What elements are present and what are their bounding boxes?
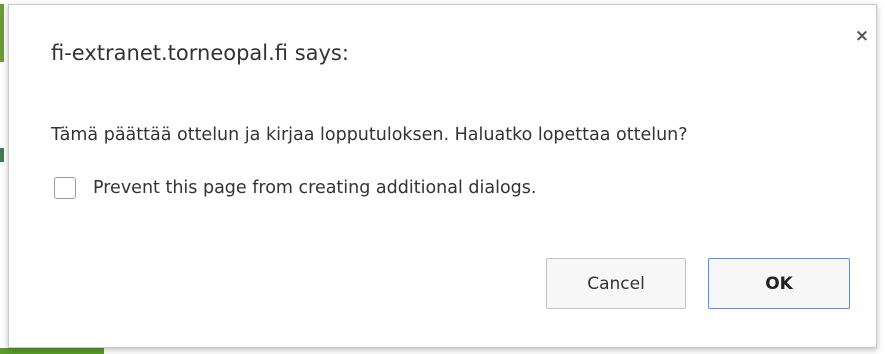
background-page-edge <box>0 148 4 162</box>
background-page-edge <box>0 4 4 62</box>
prevent-dialogs-label[interactable]: Prevent this page from creating addition… <box>93 178 536 198</box>
prevent-dialogs-checkbox[interactable] <box>54 177 76 199</box>
cancel-button[interactable]: Cancel <box>546 258 686 309</box>
ok-button[interactable]: OK <box>708 258 850 309</box>
close-icon[interactable]: × <box>852 26 872 46</box>
background-page-edge <box>0 348 104 354</box>
alert-dialog: fi-extranet.torneopal.fi says: × Tämä pä… <box>8 4 877 348</box>
prevent-dialogs-option[interactable]: Prevent this page from creating addition… <box>54 177 536 199</box>
dialog-message: Tämä päättää ottelun ja kirjaa lopputulo… <box>51 125 688 145</box>
dialog-title: fi-extranet.torneopal.fi says: <box>51 41 349 65</box>
